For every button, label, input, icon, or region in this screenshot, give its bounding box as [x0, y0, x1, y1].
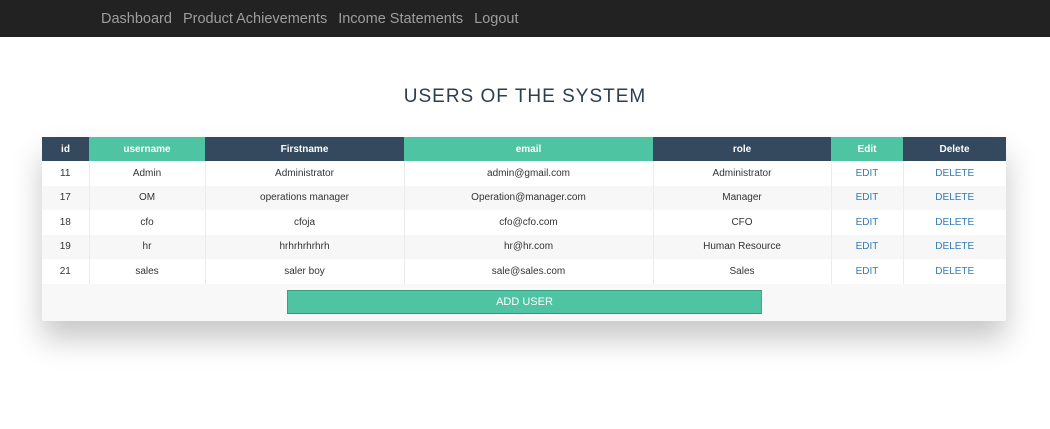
delete-link[interactable]: DELETE — [935, 192, 974, 203]
cell-username: cfo — [89, 210, 206, 235]
cell-edit: EDIT — [831, 234, 904, 259]
header-username: username — [89, 137, 205, 161]
cell-delete: DELETE — [903, 234, 1006, 259]
cell-edit: EDIT — [831, 161, 904, 186]
cell-role: Manager — [653, 185, 832, 210]
page-title: USERS OF THE SYSTEM — [403, 86, 647, 107]
cell-role: Human Resource — [653, 234, 832, 259]
cell-email: cfo@cfo.com — [404, 210, 654, 235]
cell-email: Operation@manager.com — [404, 185, 654, 210]
add-user-row: ADD USER — [42, 284, 1006, 321]
edit-link[interactable]: EDIT — [856, 217, 879, 228]
table-row: 17 OM operations manager Operation@manag… — [42, 185, 1006, 210]
nav-link-product-achievements[interactable]: Product Achievements — [183, 11, 327, 27]
nav-link-logout[interactable]: Logout — [474, 11, 518, 27]
cell-email: admin@gmail.com — [404, 161, 654, 186]
cell-username: OM — [89, 185, 206, 210]
top-navbar: Dashboard Product Achievements Income St… — [0, 0, 1050, 37]
header-delete: Delete — [903, 137, 1006, 161]
add-user-button[interactable]: ADD USER — [287, 289, 762, 314]
delete-link[interactable]: DELETE — [935, 168, 974, 179]
edit-link[interactable]: EDIT — [856, 168, 879, 179]
cell-role: Sales — [653, 259, 832, 284]
header-email: email — [404, 137, 653, 161]
edit-link[interactable]: EDIT — [856, 192, 879, 203]
cell-firstname: Administrator — [205, 161, 405, 186]
cell-id: 11 — [42, 161, 90, 186]
header-role: role — [653, 137, 831, 161]
cell-delete: DELETE — [903, 185, 1006, 210]
cell-firstname: saler boy — [205, 259, 405, 284]
table-row: 19 hr hrhrhrhrhrh hr@hr.com Human Resour… — [42, 234, 1006, 259]
table-row: 11 Admin Administrator admin@gmail.com A… — [42, 161, 1006, 186]
cell-username: sales — [89, 259, 206, 284]
cell-role: CFO — [653, 210, 832, 235]
cell-email: sale@sales.com — [404, 259, 654, 284]
cell-id: 17 — [42, 185, 90, 210]
table-row: 18 cfo cfoja cfo@cfo.com CFO EDIT DELETE — [42, 210, 1006, 235]
header-id: id — [42, 137, 89, 161]
users-table-card: id username Firstname email role Edit De… — [42, 137, 1006, 321]
cell-firstname: hrhrhrhrhrh — [205, 234, 405, 259]
delete-link[interactable]: DELETE — [935, 217, 974, 228]
cell-delete: DELETE — [903, 210, 1006, 235]
nav-link-income-statements[interactable]: Income Statements — [338, 11, 463, 27]
nav-link-dashboard[interactable]: Dashboard — [101, 11, 172, 27]
edit-link[interactable]: EDIT — [856, 266, 879, 277]
cell-email: hr@hr.com — [404, 234, 654, 259]
delete-link[interactable]: DELETE — [935, 266, 974, 277]
cell-firstname: operations manager — [205, 185, 405, 210]
cell-edit: EDIT — [831, 210, 904, 235]
cell-edit: EDIT — [831, 185, 904, 210]
table-header-row: id username Firstname email role Edit De… — [42, 137, 1006, 161]
nav-links: Dashboard Product Achievements Income St… — [101, 0, 530, 37]
cell-username: hr — [89, 234, 206, 259]
cell-delete: DELETE — [903, 161, 1006, 186]
cell-id: 19 — [42, 234, 90, 259]
edit-link[interactable]: EDIT — [856, 241, 879, 252]
delete-link[interactable]: DELETE — [935, 241, 974, 252]
table-row: 21 sales saler boy sale@sales.com Sales … — [42, 259, 1006, 284]
cell-id: 21 — [42, 259, 90, 284]
cell-role: Administrator — [653, 161, 832, 186]
cell-edit: EDIT — [831, 259, 904, 284]
cell-firstname: cfoja — [205, 210, 405, 235]
header-edit: Edit — [831, 137, 903, 161]
cell-username: Admin — [89, 161, 206, 186]
cell-delete: DELETE — [903, 259, 1006, 284]
header-firstname: Firstname — [205, 137, 404, 161]
cell-id: 18 — [42, 210, 90, 235]
users-table: id username Firstname email role Edit De… — [42, 137, 1006, 284]
